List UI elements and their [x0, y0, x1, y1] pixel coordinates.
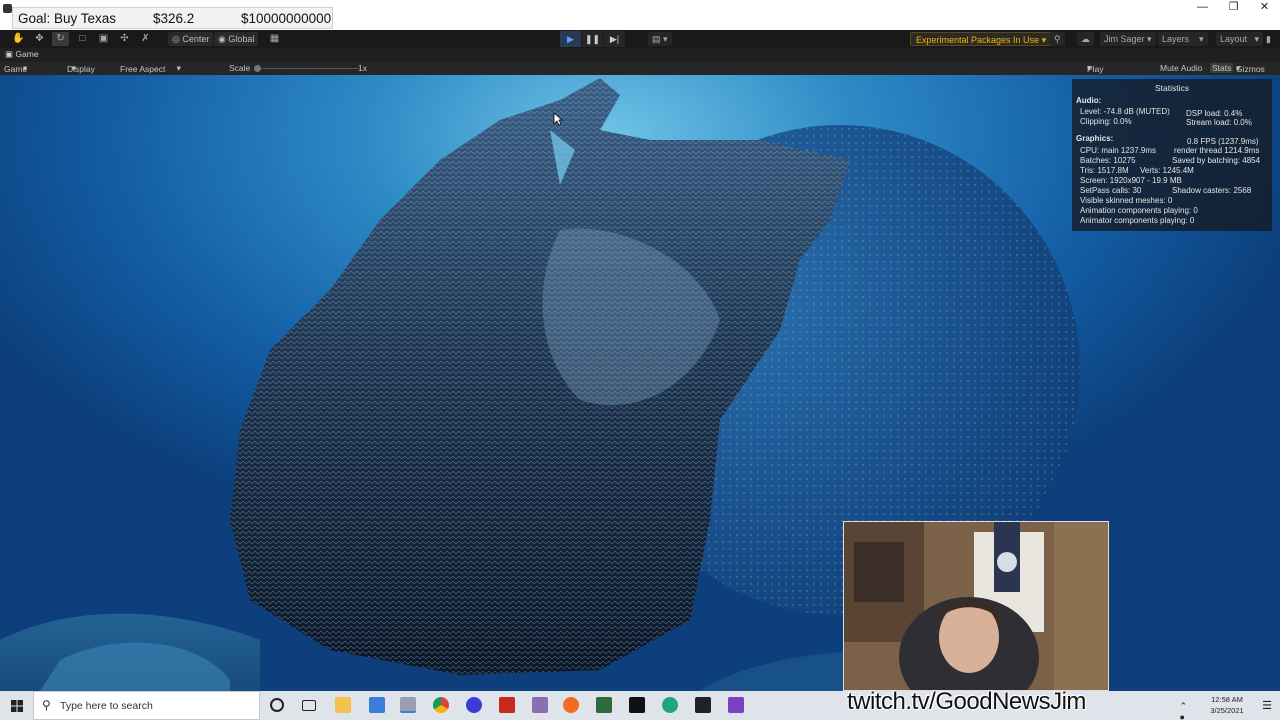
file-explorer-icon[interactable]: [335, 697, 351, 713]
game-tab-row: ▣ Game: [0, 48, 1280, 62]
clock-date[interactable]: 3/25/2021: [1202, 706, 1252, 715]
unity-app-icon: [3, 4, 12, 13]
statistics-title: Statistics: [1154, 83, 1189, 93]
experimental-packages-button[interactable]: Experimental Packages In Use ▾: [910, 32, 1053, 46]
cortana-icon[interactable]: [270, 698, 284, 712]
close-icon[interactable]: ✕: [1249, 0, 1280, 16]
playback-controls: ▶ ❚❚ ▶|: [560, 31, 625, 47]
clock-time[interactable]: 12:58 AM: [1202, 695, 1252, 704]
chrome-icon[interactable]: [433, 697, 449, 713]
donation-goal-overlay: Goal: Buy Texas $326.2 $10000000000: [12, 7, 333, 29]
aspect-dropdown[interactable]: Free Aspect ▾: [120, 63, 181, 74]
cpu-main: CPU: main 1237.9ms: [1080, 146, 1157, 155]
search-icon[interactable]: ⚲: [1050, 32, 1065, 46]
search-icon: ⚲: [42, 698, 51, 712]
taskbar-search-box[interactable]: ⚲ Type here to search: [33, 691, 260, 720]
animation-components: Animation components playing: 0: [1080, 206, 1198, 215]
minimize-icon[interactable]: —: [1187, 0, 1218, 16]
audio-clipping: Clipping: 0.0%: [1080, 117, 1132, 126]
graphics-header: Graphics:: [1076, 134, 1114, 143]
twitch-handle: twitch.tv/GoodNewsJim: [847, 688, 1086, 715]
animator-components: Animator components playing: 0: [1080, 216, 1195, 225]
render-thread: render thread 1214.9ms: [1174, 146, 1260, 155]
mute-audio-button[interactable]: Mute Audio: [1160, 63, 1203, 73]
shadow-casters: Shadow casters: 2568: [1172, 186, 1252, 195]
custom-tool-icon[interactable]: ✗: [137, 32, 154, 46]
layout-dropdown[interactable]: Layout ▾: [1216, 32, 1264, 46]
verts: Verts: 1245.4M: [1140, 166, 1194, 175]
toolbar-scrollbar[interactable]: ▮: [1262, 32, 1275, 46]
scale-label: Scale: [229, 63, 251, 73]
app-icon[interactable]: [532, 697, 548, 713]
mouse-cursor-icon: [553, 112, 563, 126]
tab-game[interactable]: ▣ Game: [5, 49, 39, 60]
tris: Tris: 1517.8M: [1080, 166, 1129, 175]
screen-info: Screen: 1920x907 - 19.9 MB: [1080, 176, 1182, 185]
goal-current-value: $326.2: [153, 10, 195, 26]
tray-icons[interactable]: ⌃ ● □ ♫: [1179, 701, 1187, 720]
account-dropdown[interactable]: Jim Sager ▾: [1100, 32, 1156, 46]
webcam-feed: [844, 522, 1108, 690]
task-view-icon[interactable]: [302, 700, 316, 711]
saved-by-batching: Saved by batching: 4854: [1172, 156, 1261, 165]
display-dropdown[interactable]: Display 1 ▾: [67, 63, 95, 84]
transform-tool-icon[interactable]: ✣: [116, 32, 133, 46]
rotate-tool-icon[interactable]: ↻: [52, 32, 69, 46]
windows-start-icon[interactable]: [0, 691, 33, 720]
notification-icon[interactable]: ☰: [1262, 699, 1272, 712]
game-mode-dropdown[interactable]: Game ▾: [4, 63, 27, 74]
filezilla-icon[interactable]: [499, 697, 515, 713]
game-view-bar: Game ▾ Display 1 ▾ Free Aspect ▾ Scale 1…: [0, 62, 1280, 84]
restore-icon[interactable]: ❐: [1218, 0, 1249, 16]
layers-dropdown[interactable]: Layers ▾: [1158, 32, 1208, 46]
editor-toolbar: ✋ ✥ ↻ □ ▣ ✣ ✗ ◎ Center ◉ Global ▦ ▶ ❚❚ ▶…: [0, 30, 1280, 48]
fps-readout: 0.8 FPS (1237.9ms): [1187, 137, 1259, 146]
play-maximized-dropdown[interactable]: Play Maximized ▾: [1087, 63, 1128, 84]
skinned-meshes: Visible skinned meshes: 0: [1080, 196, 1173, 205]
gizmos-dropdown[interactable]: Gizmos ▾: [1236, 63, 1265, 74]
firefox-icon[interactable]: [563, 697, 579, 713]
play-button[interactable]: ▶: [560, 31, 581, 47]
app-icon[interactable]: [596, 697, 612, 713]
dsp-load: DSP load: 0.4%: [1186, 109, 1243, 118]
chat-app-icon[interactable]: [662, 697, 678, 713]
audio-level: Level: -74.8 dB (MUTED): [1080, 107, 1170, 116]
cloud-build-icon[interactable]: ▤ ▾: [648, 32, 672, 46]
statistics-panel: Statistics Audio: Level: -74.8 dB (MUTED…: [1072, 79, 1272, 231]
pause-button[interactable]: ❚❚: [582, 31, 603, 47]
goal-target-value: $10000000000: [241, 10, 332, 26]
goal-label: Goal: Buy Texas: [18, 10, 117, 26]
cloud-icon[interactable]: ☁: [1077, 32, 1094, 46]
stream-load: Stream load: 0.0%: [1186, 118, 1252, 127]
move-tool-icon[interactable]: ✥: [31, 32, 48, 46]
step-button[interactable]: ▶|: [604, 31, 625, 47]
search-placeholder: Type here to search: [60, 700, 153, 712]
headset-app-icon[interactable]: [466, 697, 482, 713]
window-controls: — ❐ ✕: [1187, 0, 1280, 16]
snap-grid-icon[interactable]: ▦: [266, 32, 283, 46]
pivot-global-button[interactable]: ◉ Global: [214, 32, 259, 46]
stats-button[interactable]: Stats: [1210, 63, 1234, 73]
hand-tool-icon[interactable]: ✋: [10, 32, 27, 46]
terminal-icon[interactable]: [629, 697, 645, 713]
scale-tool-icon[interactable]: □: [74, 32, 91, 46]
scale-value: 1x: [358, 63, 367, 73]
app-icon[interactable]: [369, 697, 385, 713]
webcam-overlay: [843, 521, 1109, 691]
visual-studio-icon[interactable]: [728, 697, 744, 713]
pivot-center-button[interactable]: ◎ Center: [168, 32, 214, 46]
app-icon[interactable]: [400, 697, 416, 713]
setpass-calls: SetPass calls: 30: [1080, 186, 1142, 195]
unity-icon[interactable]: [695, 697, 711, 713]
rect-tool-icon[interactable]: ▣: [95, 32, 112, 46]
batches: Batches: 10275: [1080, 156, 1136, 165]
audio-header: Audio:: [1076, 96, 1102, 105]
scale-slider-knob[interactable]: [254, 65, 261, 72]
scale-slider[interactable]: [255, 68, 360, 69]
